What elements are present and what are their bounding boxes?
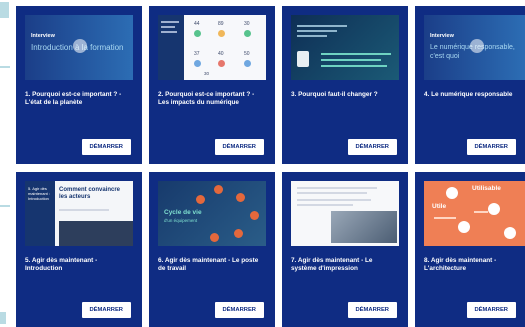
start-button[interactable]: DÉMARRER — [214, 139, 264, 155]
card-thumbnail: Cycle de vie d'un équipement — [158, 181, 266, 246]
course-card-4[interactable]: Interview Le numérique responsable, c'es… — [415, 6, 525, 164]
course-card-8[interactable]: Utilisable Utile 8. Agir dès maintenant … — [415, 172, 525, 327]
course-card-3[interactable]: 3. Pourquoi faut-il changer ? DÉMARRER — [282, 6, 408, 164]
coins-icon — [297, 51, 309, 67]
start-button[interactable]: DÉMARRER — [466, 139, 516, 155]
course-card-7[interactable]: 7. Agir dès maintenant - Le système d'im… — [282, 172, 408, 327]
card-thumbnail: 5. Agir dès maintenant : Introduction Co… — [25, 181, 133, 246]
card-thumbnail: Interview Introduction à la formation — [25, 15, 133, 80]
thumb-main-title: Comment convaincre les acteurs — [59, 187, 121, 200]
card-title: 6. Agir dès maintenant - Le poste de tra… — [158, 257, 259, 273]
card-title: 8. Agir dès maintenant - L'architecture — [424, 257, 497, 273]
card-thumbnail: Utilisable Utile — [424, 181, 525, 246]
stat-value: 30 — [204, 71, 210, 76]
thumb-label-small: Interview — [31, 33, 55, 39]
phone-icon — [488, 203, 500, 215]
card-thumbnail — [291, 15, 399, 80]
thumb-word-1: Utilisable — [472, 185, 501, 192]
decor-stroke — [0, 312, 6, 324]
card-thumbnail: 44 89 30 37 40 50 30 — [158, 15, 266, 80]
thumb-label-big: Cycle de vie — [164, 209, 202, 216]
stat-value: 30 — [244, 21, 250, 27]
card-thumbnail: Interview Le numérique responsable, c'es… — [424, 15, 525, 80]
card-title: 5. Agir dès maintenant - Introduction — [25, 257, 98, 273]
play-icon[interactable] — [73, 39, 87, 53]
start-button[interactable]: DÉMARRER — [81, 139, 131, 155]
start-button[interactable]: DÉMARRER — [347, 302, 397, 318]
course-card-6[interactable]: Cycle de vie d'un équipement 6. Agir dès… — [149, 172, 275, 327]
card-title: 1. Pourquoi est-ce important ? - L'état … — [25, 91, 122, 107]
decor-stroke — [0, 2, 9, 18]
card-title: 2. Pourquoi est-ce important ? - Les imp… — [158, 91, 255, 107]
stat-value: 40 — [218, 51, 224, 57]
laptop-icon — [446, 187, 458, 199]
start-button[interactable]: DÉMARRER — [347, 139, 397, 155]
server-icon — [504, 227, 516, 239]
card-title: 7. Agir dès maintenant - Le système d'im… — [291, 257, 373, 273]
decor-stroke — [0, 205, 10, 207]
card-title: 4. Le numérique responsable — [424, 91, 513, 98]
play-icon[interactable] — [470, 39, 484, 53]
thumb-side-title: 5. Agir dès maintenant : Introduction — [28, 186, 51, 201]
thumb-label-small: Interview — [430, 33, 454, 39]
course-card-1[interactable]: Interview Introduction à la formation 1.… — [16, 6, 142, 164]
stat-value: 44 — [194, 21, 200, 27]
start-button[interactable]: DÉMARRER — [81, 302, 131, 318]
start-button[interactable]: DÉMARRER — [214, 302, 264, 318]
thumb-word-2: Utile — [432, 203, 447, 210]
start-button[interactable]: DÉMARRER — [466, 302, 516, 318]
stat-value: 89 — [218, 21, 224, 27]
thumb-label-small: d'un équipement — [164, 218, 198, 223]
stat-value: 37 — [194, 51, 200, 57]
card-title: 3. Pourquoi faut-il changer ? — [291, 91, 378, 98]
decor-stroke — [0, 66, 10, 68]
card-thumbnail — [291, 181, 399, 246]
screen-icon — [458, 221, 470, 233]
course-card-2[interactable]: 44 89 30 37 40 50 30 2. Pourquoi est-ce … — [149, 6, 275, 164]
course-card-5[interactable]: 5. Agir dès maintenant : Introduction Co… — [16, 172, 142, 327]
stat-value: 50 — [244, 51, 250, 57]
